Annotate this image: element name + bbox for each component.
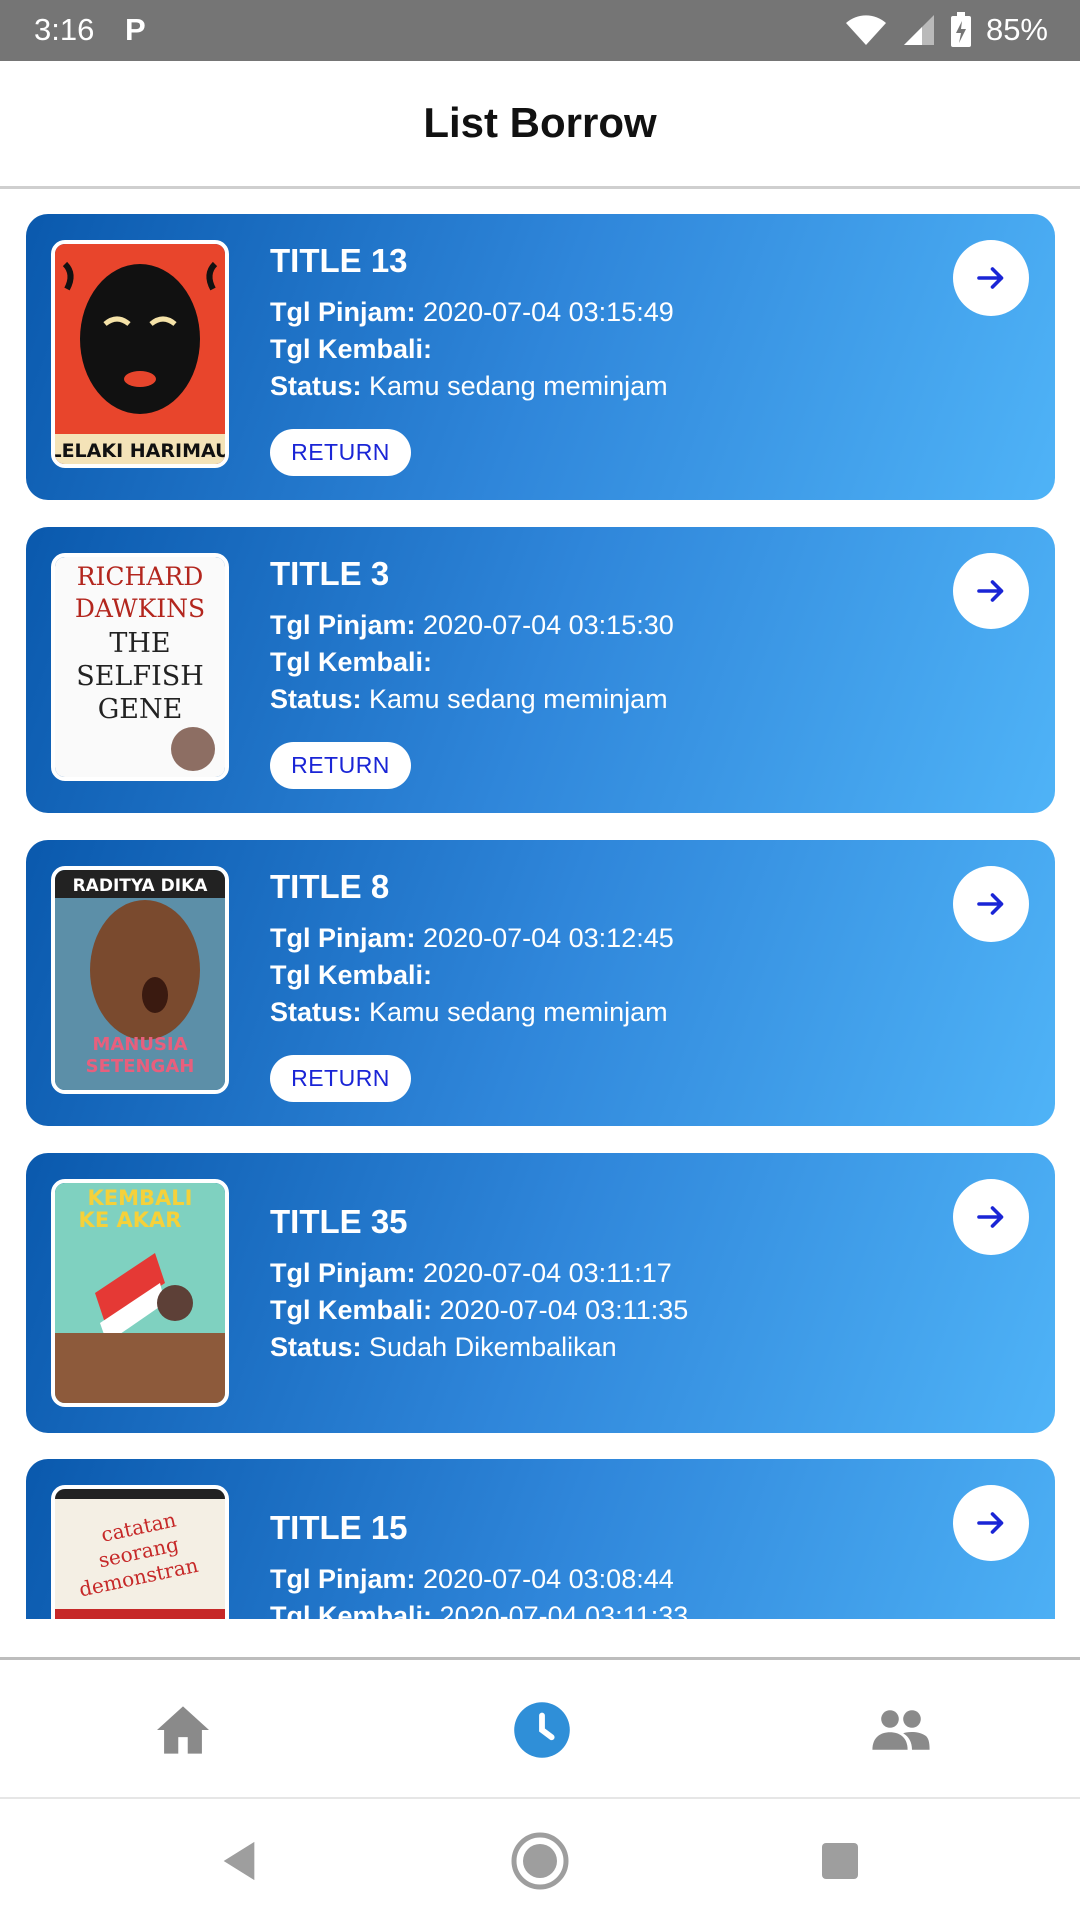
recents-button[interactable] — [780, 1799, 900, 1922]
svg-text:SETENGAH: SETENGAH — [86, 1056, 195, 1077]
return-date-row: Tgl Kembali: 2020-07-04 03:11:35 — [270, 1295, 689, 1325]
card-info: TITLE 13 Tgl Pinjam: 2020-07-04 03:15:49… — [270, 242, 935, 405]
app-notification-icon: P — [125, 12, 146, 47]
return-date-row: Tgl Kembali: 2020-07-04 03:11:33 — [270, 1601, 689, 1619]
book-title: TITLE 15 — [270, 1509, 408, 1546]
signal-icon — [903, 15, 934, 45]
book-cover: RICHARD DAWKINS THE SELFISH GENE — [51, 553, 229, 781]
svg-text:RICHARD: RICHARD — [77, 562, 204, 591]
status-right: 85% — [844, 10, 1048, 50]
bottom-nav — [0, 1657, 1080, 1800]
return-date-row: Tgl Kembali: — [270, 334, 433, 364]
svg-text:KE AKAR: KE AKAR — [79, 1208, 182, 1232]
svg-text:THE: THE — [109, 628, 170, 659]
svg-text:KEMBALI: KEMBALI — [88, 1186, 193, 1210]
card-info: TITLE 3 Tgl Pinjam: 2020-07-04 03:15:30 … — [270, 555, 935, 718]
book-title: TITLE 13 — [270, 242, 408, 279]
return-date-row: Tgl Kembali: — [270, 960, 433, 990]
arrow-right-icon — [977, 1512, 1004, 1534]
nav-users[interactable] — [801, 1660, 1001, 1800]
borrow-card[interactable]: catatan seorang demonstran TITLE 15 Tgl … — [26, 1459, 1055, 1619]
back-button[interactable] — [179, 1799, 299, 1922]
svg-text:SELFISH: SELFISH — [76, 661, 204, 692]
detail-button[interactable] — [953, 240, 1029, 316]
book-cover: catatan seorang demonstran — [51, 1485, 229, 1619]
arrow-right-icon — [977, 1206, 1004, 1228]
arrow-right-icon — [977, 580, 1004, 602]
borrow-card[interactable]: KEMBALI KE AKAR TITLE 35 Tgl Pinjam: 202… — [26, 1153, 1055, 1433]
svg-text:GENE: GENE — [98, 694, 183, 725]
return-button[interactable]: RETURN — [270, 1055, 411, 1102]
detail-button[interactable] — [953, 553, 1029, 629]
status-row: Status: Kamu sedang meminjam — [270, 371, 668, 401]
cover-title: LELAKI HARIMAU — [55, 440, 225, 462]
home-icon — [157, 1706, 209, 1754]
back-icon — [223, 1841, 255, 1880]
svg-text:DAWKINS: DAWKINS — [75, 594, 205, 623]
arrow-right-icon — [977, 893, 1004, 915]
home-circle-icon — [511, 1832, 569, 1889]
detail-button[interactable] — [953, 866, 1029, 942]
home-system-button[interactable] — [480, 1799, 600, 1922]
status-row: Status: Kamu sedang meminjam — [270, 684, 668, 714]
page-title: List Borrow — [423, 99, 657, 146]
return-button[interactable]: RETURN — [270, 429, 411, 476]
return-button[interactable]: RETURN — [270, 742, 411, 789]
detail-button[interactable] — [953, 1179, 1029, 1255]
card-info: TITLE 15 Tgl Pinjam: 2020-07-04 03:08:44… — [270, 1509, 935, 1619]
borrow-date-row: Tgl Pinjam: 2020-07-04 03:15:30 — [270, 610, 674, 640]
status-row: Status: Kamu sedang meminjam — [270, 997, 668, 1027]
status-time: 3:16 — [34, 12, 95, 47]
detail-button[interactable] — [953, 1485, 1029, 1561]
borrow-date-row: Tgl Pinjam: 2020-07-04 03:12:45 — [270, 923, 674, 953]
book-cover: LELAKI HARIMAU — [51, 240, 229, 468]
borrow-list[interactable]: LELAKI HARIMAU TITLE 13 Tgl Pinjam: 2020… — [0, 189, 1080, 1619]
book-cover: RADITYA DIKA MANUSIA SETENGAH — [51, 866, 229, 1094]
svg-text:RADITYA DIKA: RADITYA DIKA — [73, 876, 209, 896]
status-bar: 3:16 P 85% — [0, 0, 1080, 61]
book-title: TITLE 3 — [270, 555, 390, 592]
borrow-date-row: Tgl Pinjam: 2020-07-04 03:08:44 — [270, 1564, 674, 1594]
recents-icon — [822, 1842, 858, 1879]
borrow-card[interactable]: RADITYA DIKA MANUSIA SETENGAH TITLE 8 Tg… — [26, 840, 1055, 1126]
borrow-card[interactable]: LELAKI HARIMAU TITLE 13 Tgl Pinjam: 2020… — [26, 214, 1055, 500]
book-title: TITLE 35 — [270, 1203, 408, 1240]
borrow-date-row: Tgl Pinjam: 2020-07-04 03:11:17 — [270, 1258, 672, 1288]
nav-home[interactable] — [83, 1660, 283, 1800]
book-title: TITLE 8 — [270, 868, 390, 905]
svg-text:MANUSIA: MANUSIA — [92, 1034, 187, 1055]
card-info: TITLE 8 Tgl Pinjam: 2020-07-04 03:12:45 … — [270, 868, 935, 1031]
wifi-icon — [845, 15, 886, 45]
people-icon — [872, 1710, 930, 1750]
book-cover: KEMBALI KE AKAR — [51, 1179, 229, 1407]
battery-icon — [950, 12, 971, 47]
clock-icon — [514, 1702, 570, 1758]
app-header: List Borrow — [0, 61, 1080, 189]
borrow-card[interactable]: RICHARD DAWKINS THE SELFISH GENE TITLE 3… — [26, 527, 1055, 813]
return-date-row: Tgl Kembali: — [270, 647, 433, 677]
status-row: Status: Sudah Dikembalikan — [270, 1332, 617, 1362]
battery-percent: 85% — [985, 12, 1048, 47]
arrow-right-icon — [977, 267, 1004, 289]
card-info: TITLE 35 Tgl Pinjam: 2020-07-04 03:11:17… — [270, 1203, 935, 1366]
borrow-date-row: Tgl Pinjam: 2020-07-04 03:15:49 — [270, 297, 674, 327]
system-nav — [0, 1797, 1080, 1922]
nav-history[interactable] — [442, 1660, 642, 1800]
